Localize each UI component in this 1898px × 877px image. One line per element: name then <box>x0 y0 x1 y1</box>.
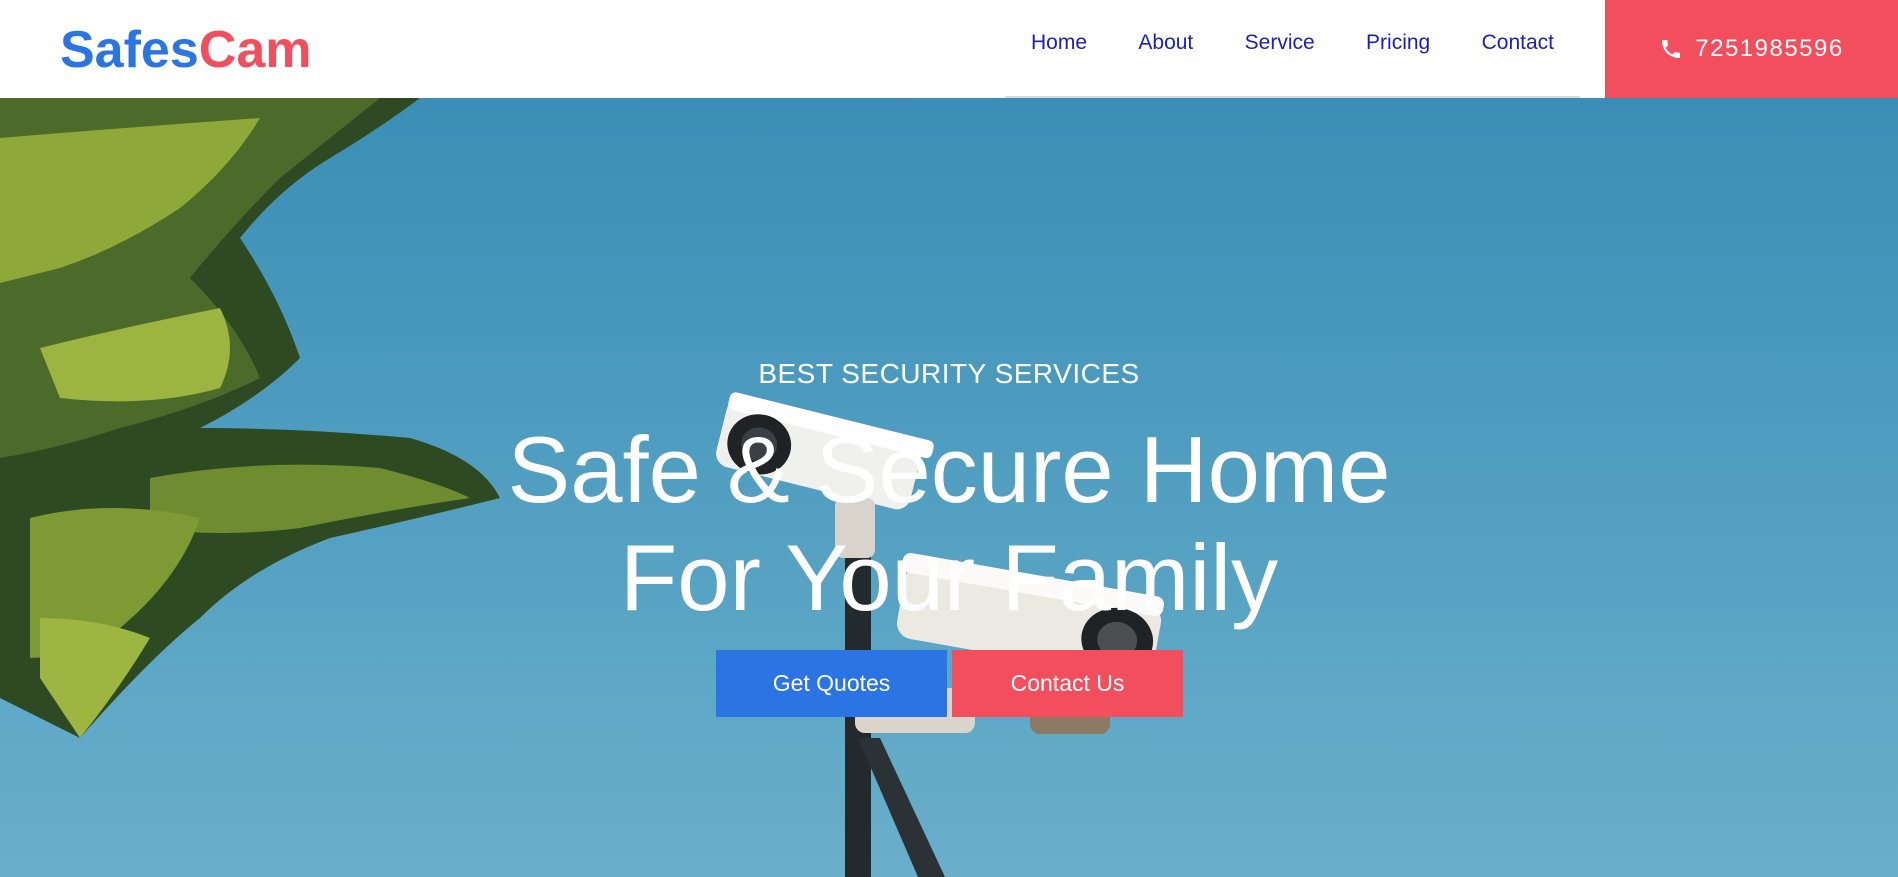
main-nav: Home About Service Pricing Contact <box>1005 0 1580 98</box>
nav-link-contact[interactable]: Contact <box>1482 31 1554 55</box>
hero-headline-line1: Safe & Secure Home <box>507 417 1391 522</box>
hero-section: BEST SECURITY SERVICES Safe & Secure Hom… <box>0 98 1898 877</box>
hero-headline: Safe & Secure Home For Your Family <box>0 416 1898 632</box>
get-quotes-button[interactable]: Get Quotes <box>716 650 947 717</box>
phone-number: 7251985596 <box>1695 35 1844 62</box>
site-header: SafesCam Home About Service Pricing Cont… <box>0 0 1898 98</box>
brand-logo[interactable]: SafesCam <box>60 24 311 76</box>
hero-headline-line2: For Your Family <box>619 525 1279 630</box>
nav-link-service[interactable]: Service <box>1245 31 1315 55</box>
nav-link-home[interactable]: Home <box>1031 31 1087 55</box>
phone-cta[interactable]: 7251985596 <box>1605 0 1898 98</box>
phone-icon <box>1662 40 1681 58</box>
contact-us-button[interactable]: Contact Us <box>952 650 1183 717</box>
hero-eyebrow: BEST SECURITY SERVICES <box>758 358 1140 389</box>
nav-link-pricing[interactable]: Pricing <box>1366 31 1430 55</box>
hero-content: BEST SECURITY SERVICES Safe & Secure Hom… <box>0 98 1898 877</box>
brand-logo-part2: Cam <box>198 21 312 79</box>
brand-logo-part1: Safes <box>60 21 199 79</box>
nav-link-about[interactable]: About <box>1138 31 1193 55</box>
